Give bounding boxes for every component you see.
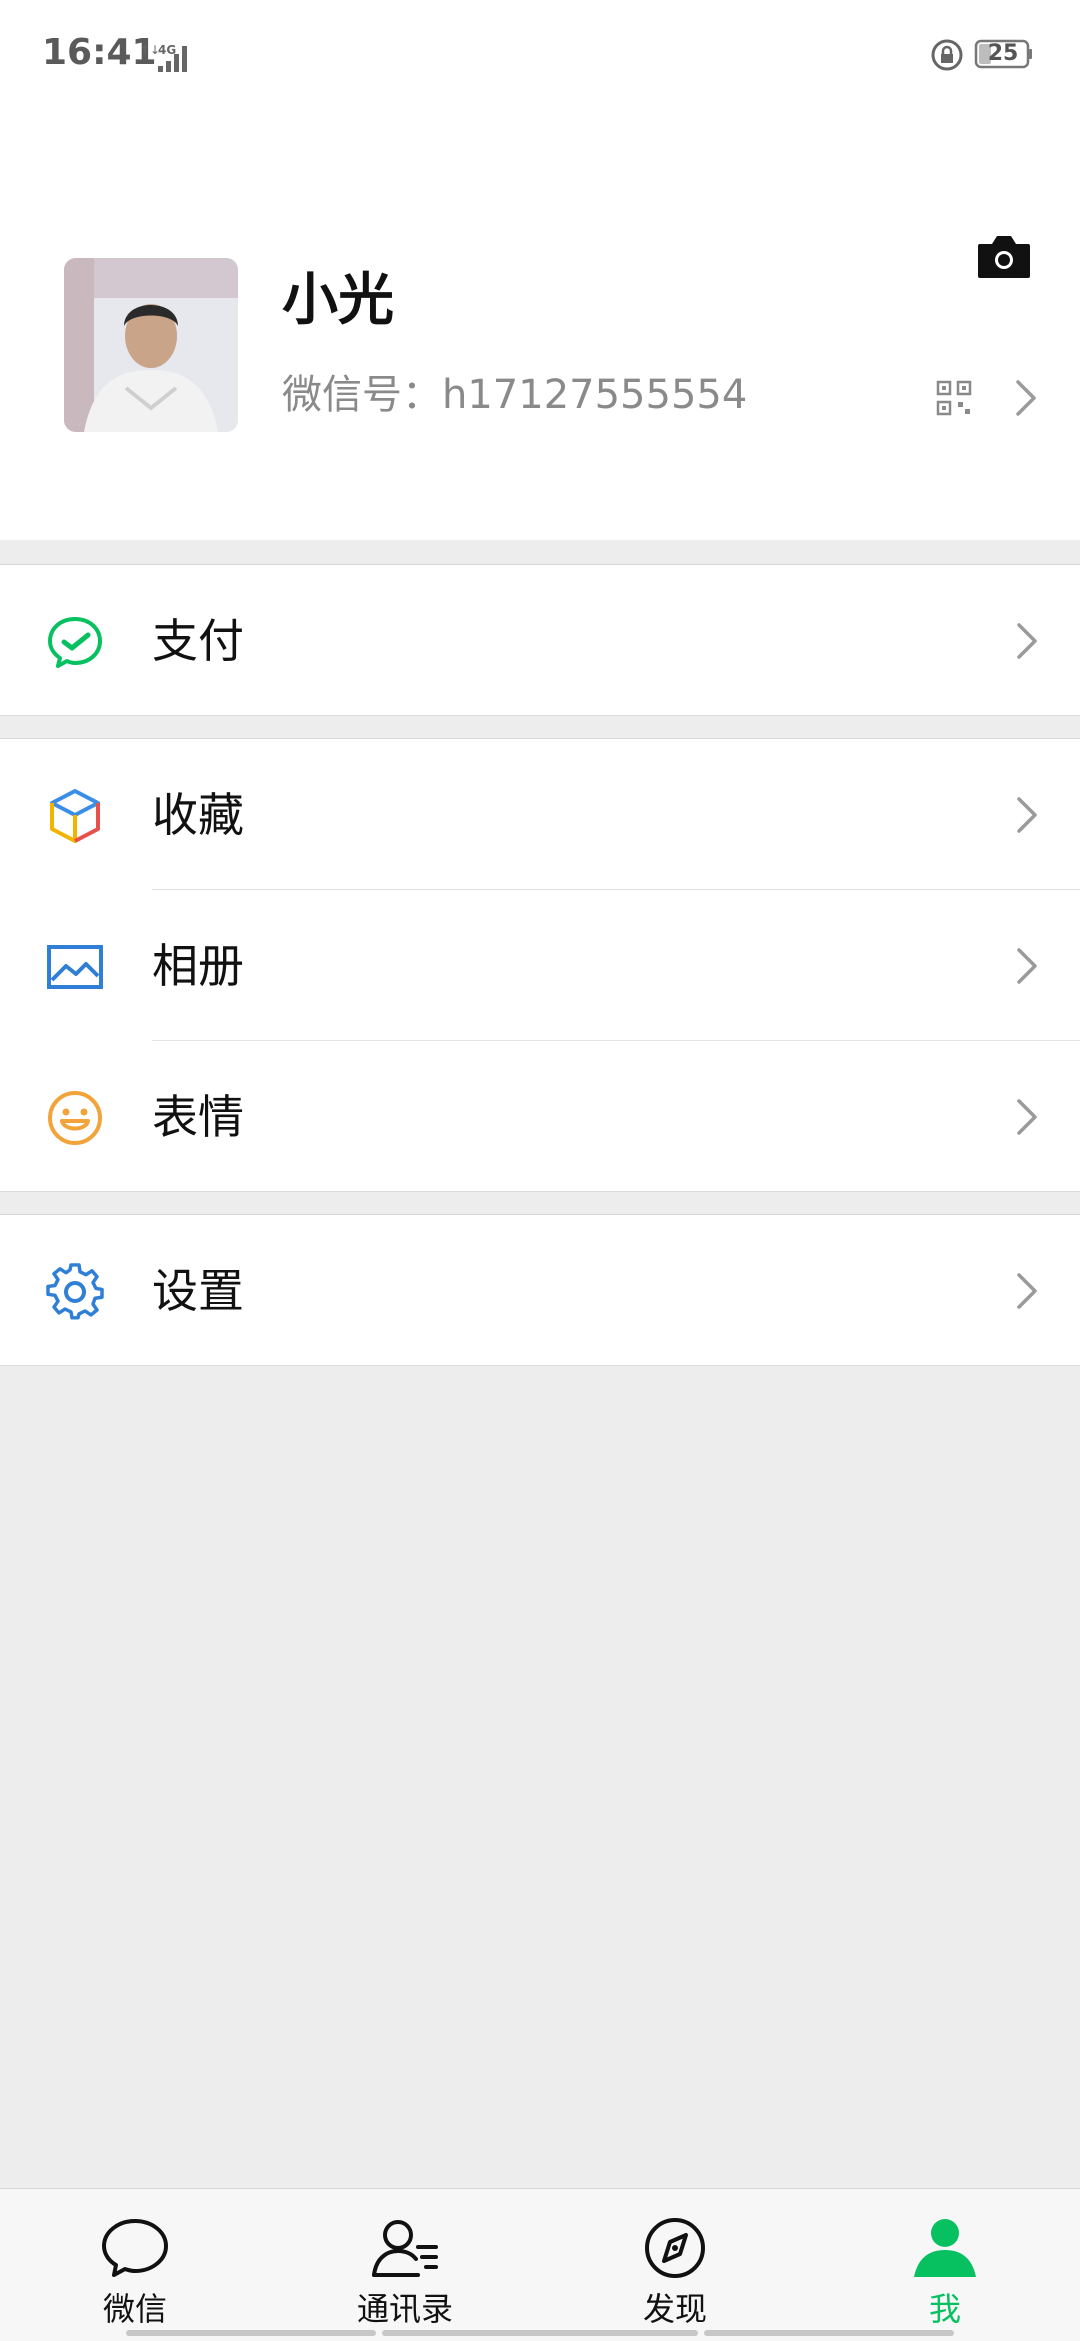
menu-label-favorites: 收藏 <box>152 788 244 842</box>
tab-label-wechat: 微信 <box>102 2290 167 2328</box>
tab-label-contacts: 通讯录 <box>356 2290 453 2328</box>
tab-contacts[interactable]: 通讯录 <box>270 2189 540 2341</box>
content-section: 收藏 相册 表情 <box>0 738 1080 1192</box>
menu-item-favorites[interactable]: 收藏 <box>0 739 1080 889</box>
camera-icon[interactable] <box>976 232 1032 280</box>
tab-label-discover: 发现 <box>642 2290 707 2328</box>
chevron-right-icon <box>1017 1099 1037 1135</box>
chevron-right-icon <box>1017 623 1037 659</box>
menu-label-settings: 设置 <box>152 1264 244 1318</box>
chevron-right-icon <box>1017 797 1037 833</box>
avatar[interactable] <box>64 258 238 432</box>
cellular-signal-icon: ↑↓ 4G <box>140 43 187 72</box>
wechat-pay-icon <box>48 617 102 668</box>
home-indicator[interactable] <box>126 2330 376 2336</box>
menu-item-settings[interactable]: 设置 <box>0 1215 1080 1365</box>
pay-section: 支付 <box>0 564 1080 716</box>
sticker-smile-icon <box>48 1091 102 1145</box>
menu-label-pay: 支付 <box>152 614 244 668</box>
home-indicator[interactable] <box>704 2330 954 2336</box>
menu-label-album: 相册 <box>152 939 244 993</box>
profile-header[interactable]: 小光 微信号：h17127555554 <box>0 110 1080 540</box>
chevron-right-icon <box>1017 948 1037 984</box>
me-person-icon <box>914 2219 976 2277</box>
chat-bubble-icon <box>102 2219 168 2277</box>
bottom-tab-bar: 微信 通讯录 发现 我 <box>0 2188 1080 2341</box>
tab-wechat[interactable]: 微信 <box>0 2189 270 2341</box>
settings-section: 设置 <box>0 1214 1080 1366</box>
menu-item-stickers[interactable]: 表情 <box>0 1041 1080 1191</box>
status-bar: 16:41 ↑↓ 4G 25 <box>0 0 1080 110</box>
tab-label-me: 我 <box>928 2290 961 2328</box>
chevron-right-icon <box>1016 380 1036 416</box>
menu-item-album[interactable]: 相册 <box>0 890 1080 1040</box>
rotation-lock-icon <box>931 39 963 71</box>
qr-code-icon[interactable] <box>936 380 972 416</box>
contacts-icon <box>372 2220 438 2277</box>
tab-me[interactable]: 我 <box>810 2189 1080 2341</box>
tab-discover[interactable]: 发现 <box>540 2189 810 2341</box>
wechat-id: 微信号：h17127555554 <box>282 372 748 418</box>
menu-item-pay[interactable]: 支付 <box>0 565 1080 715</box>
battery-level: 25 <box>987 41 1019 66</box>
album-image-icon <box>47 945 103 989</box>
favorites-cube-icon <box>50 789 100 843</box>
svg-text:4G: 4G <box>158 43 176 57</box>
avatar-photo <box>64 258 238 432</box>
compass-icon <box>645 2218 705 2278</box>
gear-icon <box>46 1263 104 1320</box>
home-indicator[interactable] <box>382 2330 698 2336</box>
menu-label-stickers: 表情 <box>152 1090 244 1144</box>
chevron-right-icon <box>1017 1273 1037 1309</box>
profile-name: 小光 <box>282 268 394 333</box>
